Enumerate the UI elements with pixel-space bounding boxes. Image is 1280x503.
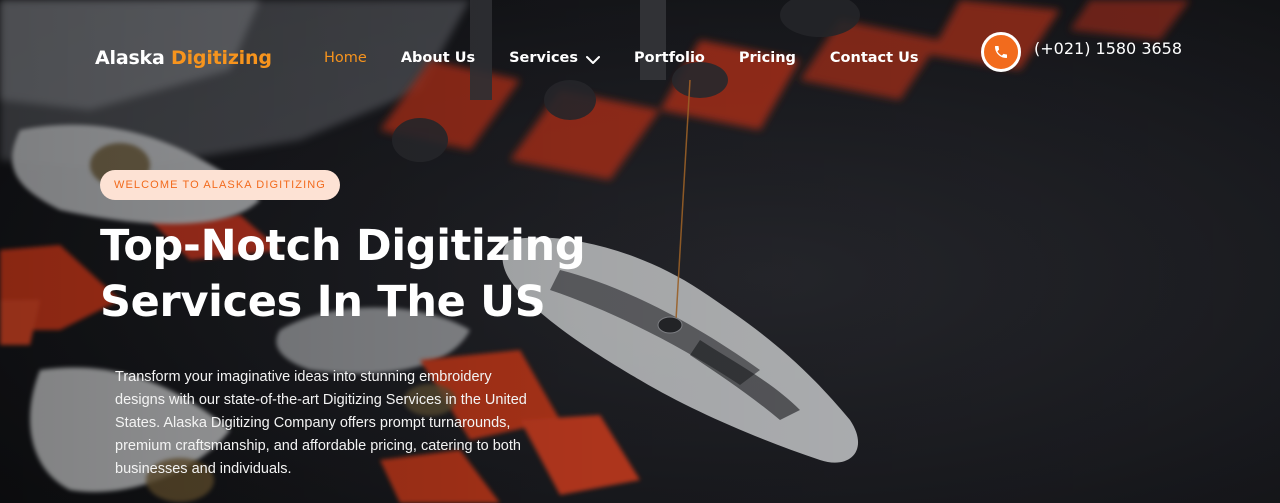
- nav-item-home[interactable]: Home: [324, 50, 367, 66]
- hero-description: Transform your imaginative ideas into st…: [115, 369, 527, 477]
- nav-item-portfolio[interactable]: Portfolio: [634, 50, 705, 66]
- hero-headline-line-2: Services In The US: [100, 277, 546, 327]
- hero-section: Alaska Digitizing Home About Us Services…: [0, 0, 1280, 503]
- nav-item-services[interactable]: Services: [509, 50, 601, 66]
- logo-text-primary: Alaska: [95, 47, 165, 69]
- phone-icon[interactable]: [981, 32, 1021, 72]
- logo-text-accent: Digitizing: [171, 47, 272, 69]
- hero-headline: Top-Notch Digitizing Services In The US: [100, 218, 700, 330]
- hero-headline-line-1: Top-Notch Digitizing: [100, 221, 586, 271]
- nav-item-contact-us[interactable]: Contact Us: [830, 50, 919, 66]
- main-nav: Home About Us Services Portfolio Pricing…: [324, 50, 953, 66]
- site-logo[interactable]: Alaska Digitizing: [95, 47, 272, 69]
- chevron-down-icon: [586, 53, 601, 64]
- phone-contact[interactable]: (+021) 1580 3658: [981, 32, 1182, 72]
- site-header: Alaska Digitizing Home About Us Services…: [0, 0, 1280, 110]
- phone-number[interactable]: (+021) 1580 3658: [1034, 39, 1182, 58]
- nav-item-pricing[interactable]: Pricing: [739, 50, 796, 66]
- nav-item-about-us[interactable]: About Us: [401, 50, 475, 66]
- welcome-badge: WELCOME TO ALASKA DIGITIZING: [100, 170, 340, 200]
- nav-item-services-label: Services: [509, 50, 579, 66]
